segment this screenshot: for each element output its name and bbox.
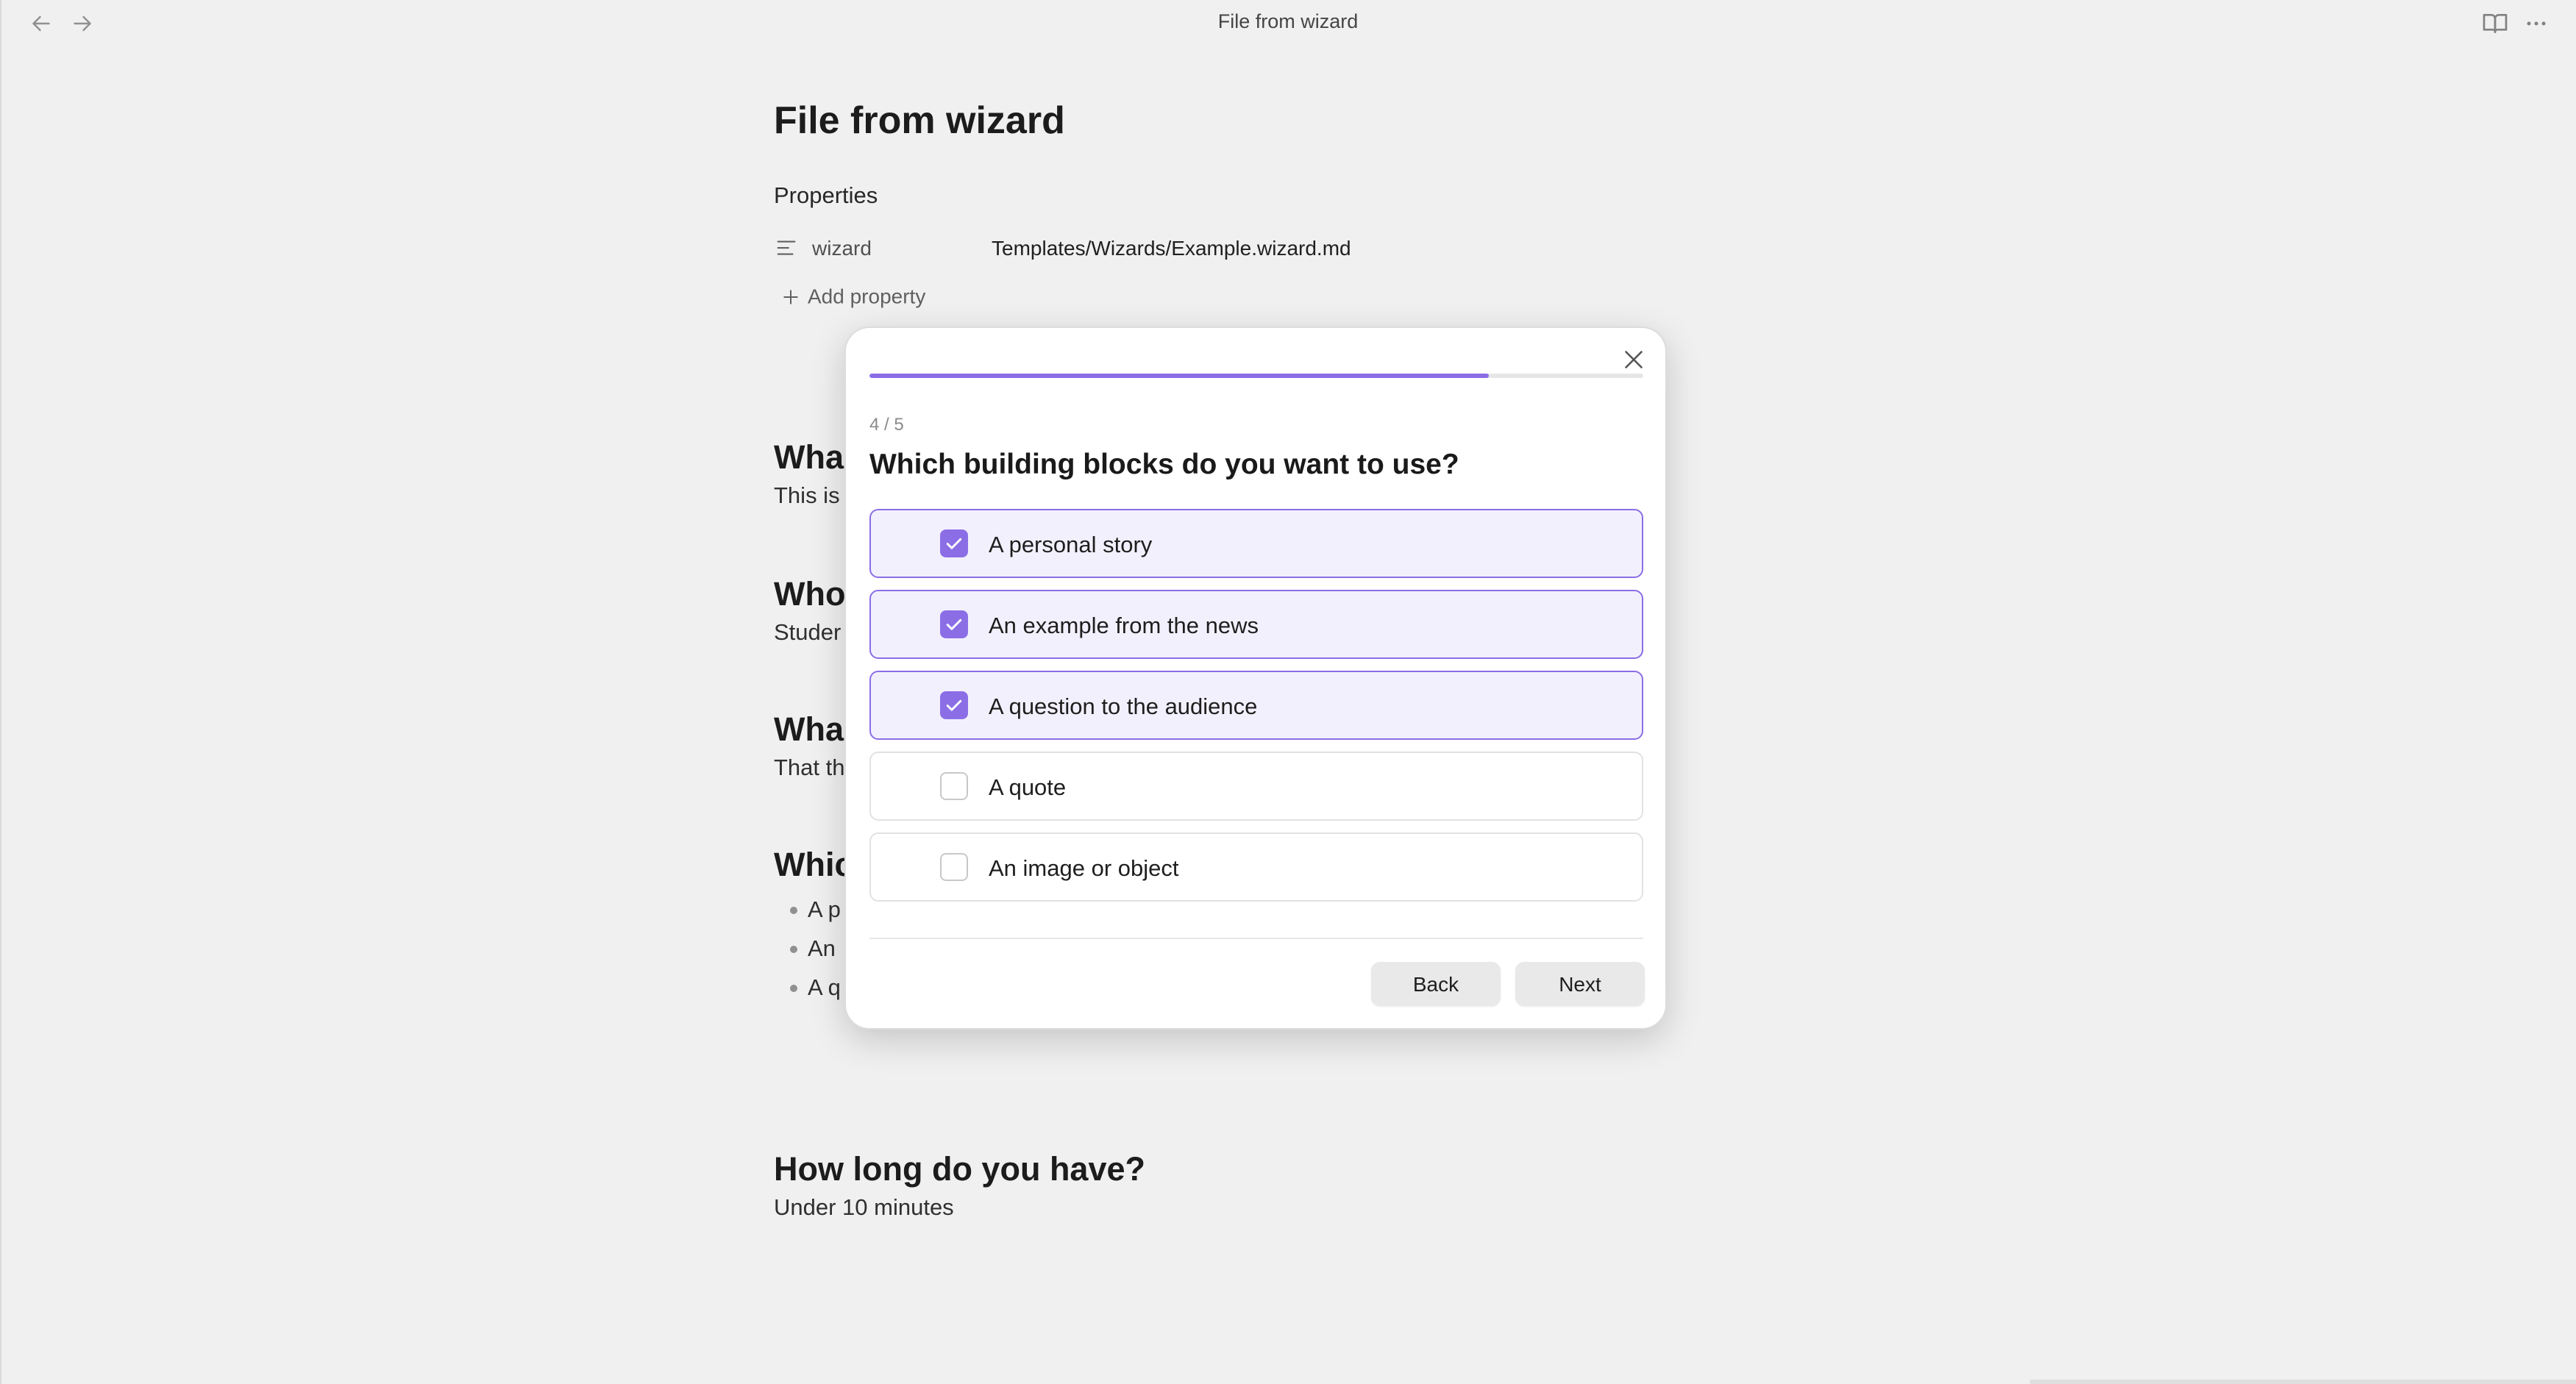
checkbox[interactable] [940, 610, 968, 638]
progress-bar [869, 374, 1643, 378]
option-label: An example from the news [989, 613, 1259, 638]
next-button[interactable]: Next [1515, 962, 1645, 1006]
progress-fill [869, 374, 1489, 378]
option-personal-story[interactable]: A personal story [869, 509, 1643, 578]
option-image-object[interactable]: An image or object [869, 832, 1643, 902]
wizard-modal: 4 / 5 Which building blocks do you want … [844, 327, 1667, 1030]
divider [869, 938, 1643, 939]
option-label: An image or object [989, 855, 1179, 881]
checkbox[interactable] [940, 853, 968, 881]
step-counter: 4 / 5 [869, 415, 904, 435]
option-label: A quote [989, 774, 1067, 800]
check-icon [946, 618, 962, 630]
options-list: A personal story An example from the new… [869, 509, 1643, 913]
option-label: A question to the audience [989, 693, 1258, 719]
checkbox[interactable] [940, 772, 968, 800]
back-button[interactable]: Back [1371, 962, 1501, 1006]
app-window: File from wizard File from wizard Proper… [0, 0, 2576, 1384]
option-quote[interactable]: A quote [869, 752, 1643, 821]
checkbox[interactable] [940, 529, 968, 557]
wizard-question: Which building blocks do you want to use… [869, 449, 1459, 480]
option-label: A personal story [989, 532, 1153, 557]
check-icon [946, 538, 962, 549]
close-icon[interactable] [1618, 344, 1649, 375]
checkbox[interactable] [940, 691, 968, 719]
option-audience-question[interactable]: A question to the audience [869, 671, 1643, 740]
check-icon [946, 699, 962, 711]
option-news-example[interactable]: An example from the news [869, 590, 1643, 659]
